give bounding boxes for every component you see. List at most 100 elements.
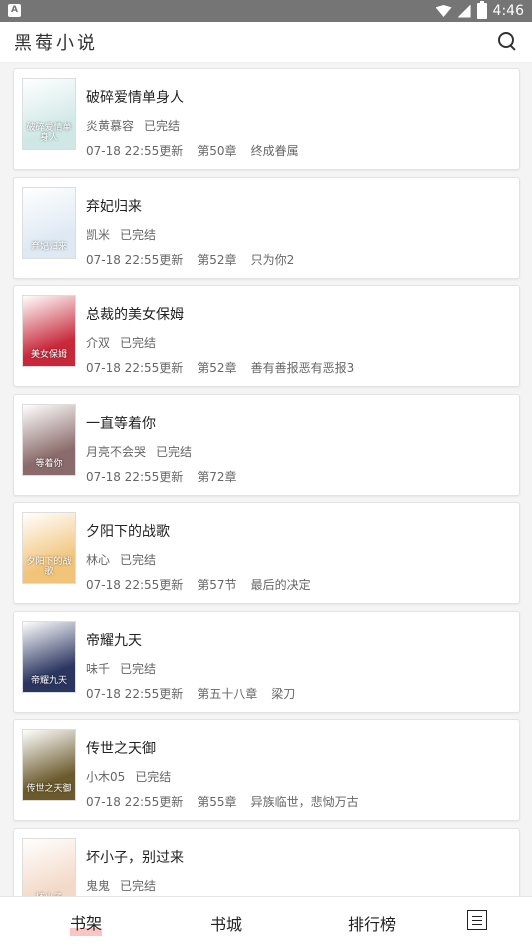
book-title: 帝耀九天 (86, 632, 142, 649)
book-card[interactable]: 夕阳下的战歌 夕阳下的战歌 林心 已完结 07-18 22:55更新 第57节 最后的决定 (13, 502, 520, 604)
book-author: 介双 (86, 336, 111, 350)
book-card[interactable]: 弃妃归来 弃妃归来 凯米 已完结 07-18 22:55更新 第52章 只为你2 (13, 176, 520, 279)
book-meta: 炎黄慕容 已完结 (86, 117, 180, 134)
book-cover-text: 帝耀九天 (30, 675, 67, 686)
book-chapter-title: 只为你2 (250, 252, 295, 267)
book-meta: 介双 已完结 (86, 334, 156, 351)
battery-icon (476, 1, 487, 19)
book-update-time: 07-18 22:55更新 (86, 361, 184, 375)
book-cover-image: 等着你 (22, 403, 76, 476)
book-author: 鬼鬼 (86, 878, 111, 893)
book-cover-image: 传世之天御 (22, 729, 76, 801)
status-icons: 4:46 (435, 1, 524, 20)
book-chapter-title: 终成眷属 (250, 144, 299, 158)
book-title: 坏小子，别过来 (86, 849, 184, 866)
status-bar: A 4:46 (0, 0, 532, 22)
book-latest-chapter: 第52章 (197, 252, 237, 267)
app-title: 黑莓小说 (14, 33, 98, 54)
book-meta: 林心 已完结 (86, 551, 156, 568)
book-cover-text: 传世之天御 (26, 784, 72, 794)
book-status: 已完结 (156, 444, 193, 459)
book-card[interactable]: 破碎爱情单身人 破碎爱情单身人 炎黄慕容 已完结 07-18 22:55更新 第50章 终成… (13, 68, 520, 170)
book-update-time: 07-18 22:55更新 (86, 578, 184, 592)
book-cover-image: 破碎爱情单身人 (22, 78, 76, 150)
book-card[interactable]: 传世之天御 传世之天御 小木05 已完结 07-18 22:55更新 第55章 异族临世，悲… (13, 719, 520, 821)
book-latest-chapter: 第52章 (197, 361, 237, 375)
book-update-line: 07-18 22:55更新 第55章 异族临世，悲恸万古 (86, 793, 359, 810)
book-latest-chapter: 第57节 (197, 578, 237, 592)
book-author: 凯米 (86, 227, 111, 242)
book-status: 已完结 (120, 227, 157, 242)
book-update-time: 07-18 22:55更新 (86, 252, 184, 267)
signal-icon (457, 4, 471, 18)
book-card[interactable]: 美女保姆 总裁的美女保姆 介双 已完结 07-18 22:55更新 第52章 善有善报恶有恶… (13, 285, 520, 387)
book-cover-image: 夕阳下的战歌 (22, 512, 76, 584)
book-author: 小木05 (86, 770, 126, 784)
book-author: 炎黄慕容 (86, 119, 135, 133)
book-update-time: 07-18 22:55更新 (86, 795, 184, 809)
book-latest-chapter: 第50章 (197, 144, 237, 158)
book-cover-image: 帝耀九天 (22, 620, 76, 693)
book-title: 一直等着你 (86, 415, 156, 432)
book-update-line: 07-18 22:55更新 第52章 只为你2 (86, 251, 294, 268)
bottom-nav: 书架 书城 排行榜 (0, 896, 532, 947)
menu-button[interactable] (467, 910, 487, 930)
book-cover-text: 等着你 (35, 458, 63, 469)
tab-bookstore[interactable]: 书城 (210, 911, 242, 935)
book-status: 已完结 (120, 553, 157, 567)
app-notification-icon: A (8, 4, 21, 17)
book-card[interactable]: 帝耀九天 帝耀九天 味千 已完结 07-18 22:55更新 第五十八章 梁刀 (13, 610, 520, 713)
book-status: 已完结 (120, 878, 157, 893)
book-cover-text: 弃妃归来 (30, 241, 67, 252)
status-time: 4:46 (492, 3, 524, 19)
book-cover-text: 美女保姆 (30, 350, 67, 360)
book-chapter-title: 善有善报恶有恶报3 (250, 361, 355, 375)
book-chapter-title: 异族临世，悲恸万古 (250, 795, 359, 809)
book-title: 弃妃归来 (86, 198, 142, 215)
book-update-line: 07-18 22:55更新 第50章 终成眷属 (86, 142, 299, 159)
book-update-line: 07-18 22:55更新 第57节 最后的决定 (86, 576, 311, 593)
book-cover-text: 破碎爱情单身人 (26, 123, 72, 143)
book-status: 已完结 (120, 661, 157, 676)
book-title: 总裁的美女保姆 (86, 307, 184, 323)
book-cover-text: 夕阳下的战歌 (26, 557, 72, 577)
book-author: 月亮不会哭 (86, 444, 147, 459)
book-chapter-title: 梁刀 (271, 686, 296, 701)
book-meta: 凯米 已完结 (86, 226, 156, 243)
bookshelf-list[interactable]: 破碎爱情单身人 破碎爱情单身人 炎黄慕容 已完结 07-18 22:55更新 第50章 终成… (0, 63, 532, 896)
search-button[interactable] (496, 30, 518, 52)
book-update-line: 07-18 22:55更新 第52章 善有善报恶有恶报3 (86, 359, 354, 376)
book-update-line: 07-18 22:55更新 第72章 (86, 468, 251, 485)
book-meta: 鬼鬼 已完结 (86, 877, 156, 894)
book-update-time: 07-18 22:55更新 (86, 144, 184, 158)
book-status: 已完结 (135, 770, 172, 784)
tab-bookshelf[interactable]: 书架 (70, 910, 103, 936)
tab-bookshelf-label: 书架 (70, 914, 103, 933)
book-card[interactable]: 等着你 一直等着你月亮不会哭 已完结 07-18 22:55更新 第72章 (13, 393, 520, 496)
book-title: 破碎爱情单身人 (86, 90, 184, 106)
book-card[interactable]: 坏小子坏小子，别过来鬼鬼已完结 (13, 827, 520, 896)
book-latest-chapter: 第72章 (197, 469, 237, 484)
book-title: 传世之天御 (86, 741, 156, 757)
book-author: 味千 (86, 661, 111, 676)
book-latest-chapter: 第五十八章 (197, 686, 258, 701)
tab-ranking[interactable]: 排行榜 (348, 911, 396, 935)
book-title: 夕阳下的战歌 (86, 524, 170, 540)
book-latest-chapter: 第55章 (197, 795, 237, 809)
book-meta: 味千 已完结 (86, 660, 156, 677)
book-cover-image: 美女保姆 (22, 295, 76, 367)
book-meta: 月亮不会哭 已完结 (86, 443, 192, 460)
book-cover-image: 弃妃归来 (22, 186, 76, 259)
book-update-time: 07-18 22:55更新 (86, 469, 184, 484)
book-status: 已完结 (144, 119, 181, 133)
menu-icon (472, 915, 482, 917)
book-status: 已完结 (120, 336, 157, 350)
top-bar: 黑莓小说 (0, 22, 532, 63)
book-chapter-title: 最后的决定 (250, 578, 311, 592)
book-author: 林心 (86, 553, 111, 567)
book-cover-image: 坏小子 (22, 837, 76, 896)
book-update-time: 07-18 22:55更新 (86, 686, 184, 701)
book-meta: 小木05 已完结 (86, 768, 171, 785)
book-update-line: 07-18 22:55更新 第五十八章 梁刀 (86, 685, 295, 702)
wifi-icon (435, 5, 452, 17)
